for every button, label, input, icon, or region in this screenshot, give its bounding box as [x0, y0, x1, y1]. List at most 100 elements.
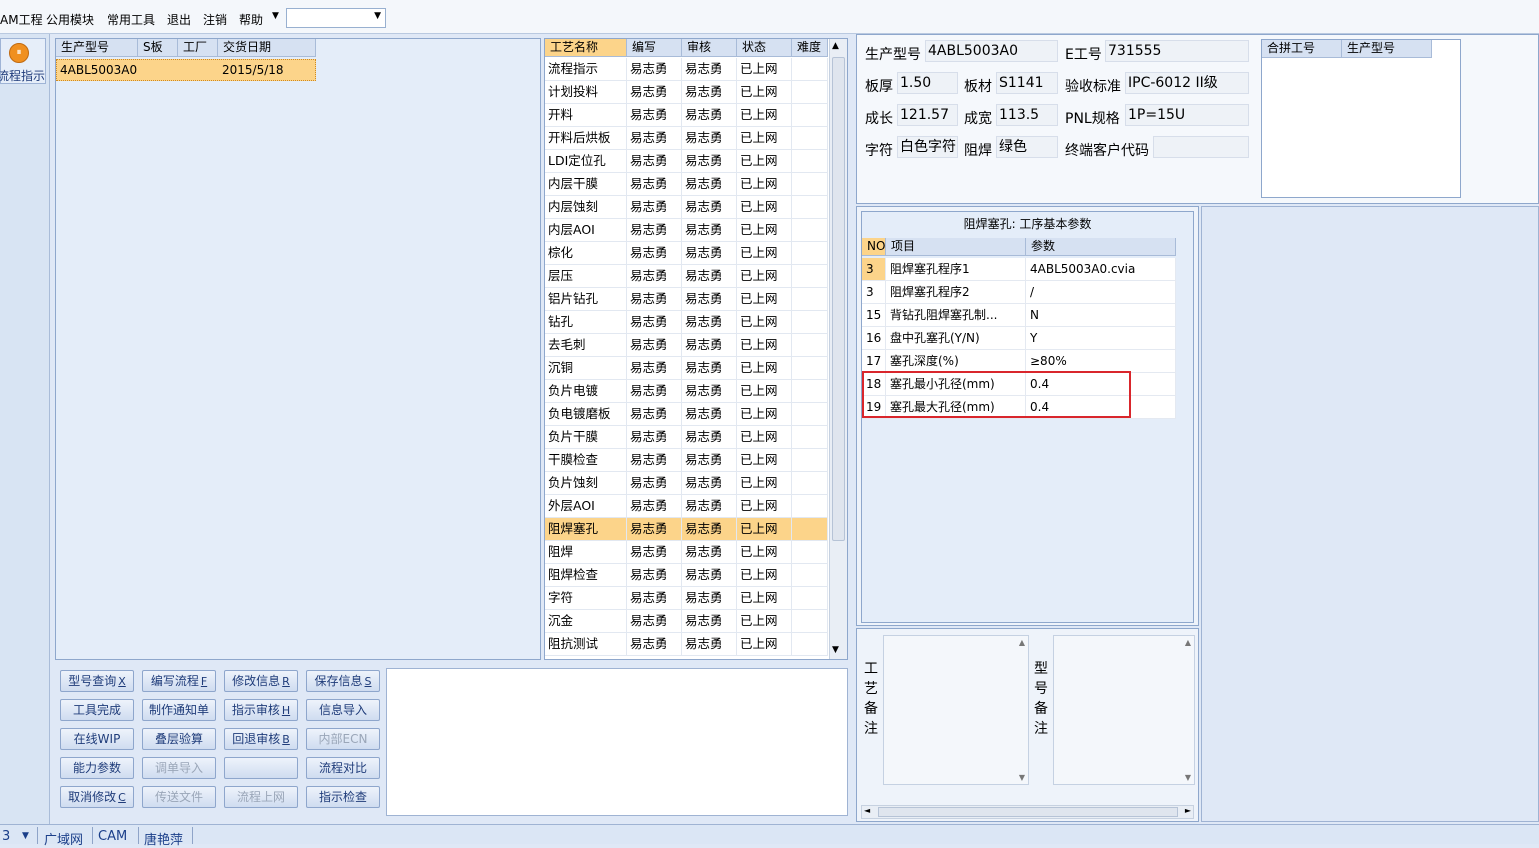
scroll-right-icon[interactable]: ►: [1185, 806, 1191, 815]
field-length[interactable]: 121.57: [897, 104, 958, 126]
process-row[interactable]: 内层AOI 易志勇 易志勇 已上网: [545, 219, 828, 242]
action-button-19[interactable]: 指示检查: [306, 786, 380, 808]
process-row[interactable]: 负片电镀 易志勇 易志勇 已上网: [545, 380, 828, 403]
process-header-3[interactable]: 状态: [737, 39, 792, 57]
action-button-18[interactable]: 流程上网: [224, 786, 298, 808]
model-header-0[interactable]: 生产型号: [56, 39, 138, 57]
action-button-8[interactable]: 在线WIP: [60, 728, 134, 750]
action-button-10[interactable]: 回退审核 B: [224, 728, 298, 750]
params-row[interactable]: 15 背钻孔阻焊塞孔制... N: [862, 304, 1176, 327]
model-header-2[interactable]: 工厂: [178, 39, 218, 57]
process-row[interactable]: 开料后烘板 易志勇 易志勇 已上网: [545, 127, 828, 150]
action-button-13[interactable]: 调单导入: [142, 757, 216, 779]
process-row[interactable]: 钻孔 易志勇 易志勇 已上网: [545, 311, 828, 334]
process-row[interactable]: 去毛刺 易志勇 易志勇 已上网: [545, 334, 828, 357]
process-row[interactable]: LDI定位孔 易志勇 易志勇 已上网: [545, 150, 828, 173]
model-row[interactable]: 4ABL5003A0 P32015/5/18: [56, 59, 316, 81]
process-row[interactable]: 沉铜 易志勇 易志勇 已上网: [545, 357, 828, 380]
process-row[interactable]: 计划投料 易志勇 易志勇 已上网: [545, 81, 828, 104]
model-header-1[interactable]: S板: [138, 39, 178, 57]
scroll-up-icon[interactable]: ▲: [832, 41, 839, 51]
process-scrollbar[interactable]: ▲ ▼: [829, 39, 847, 659]
action-button-0[interactable]: 型号查询 X: [60, 670, 134, 692]
field-pnl[interactable]: 1P=15U: [1125, 104, 1249, 126]
params-header-0[interactable]: NO: [862, 238, 886, 256]
process-header-2[interactable]: 审核: [682, 39, 737, 57]
process-row[interactable]: 棕化 易志勇 易志勇 已上网: [545, 242, 828, 265]
action-button-1[interactable]: 编写流程 F: [142, 670, 216, 692]
process-row[interactable]: 负片蚀刻 易志勇 易志勇 已上网: [545, 472, 828, 495]
field-e-no[interactable]: 731555: [1105, 40, 1249, 62]
merge-header-no[interactable]: 合拼工号: [1262, 40, 1342, 58]
params-row[interactable]: 3 阻焊塞孔程序1 4ABL5003A0.cvia: [862, 258, 1176, 281]
scroll-down-icon[interactable]: ▼: [1019, 773, 1025, 782]
process-remark-field[interactable]: ▲ ▼: [883, 635, 1029, 785]
field-model[interactable]: 4ABL5003A0: [925, 40, 1058, 62]
field-customer[interactable]: [1153, 136, 1249, 158]
process-row[interactable]: 开料 易志勇 易志勇 已上网: [545, 104, 828, 127]
process-row[interactable]: 铝片钻孔 易志勇 易志勇 已上网: [545, 288, 828, 311]
process-row[interactable]: 内层干膜 易志勇 易志勇 已上网: [545, 173, 828, 196]
scroll-down-icon[interactable]: ▼: [1185, 773, 1191, 782]
process-row[interactable]: 层压 易志勇 易志勇 已上网: [545, 265, 828, 288]
process-row[interactable]: 阻焊 易志勇 易志勇 已上网: [545, 541, 828, 564]
process-row[interactable]: 字符 易志勇 易志勇 已上网: [545, 587, 828, 610]
flow-instruction-button[interactable]: ⏸ 流程指示: [0, 38, 46, 84]
process-row[interactable]: 沉金 易志勇 易志勇 已上网: [545, 610, 828, 633]
model-remark-field[interactable]: ▲ ▼: [1053, 635, 1195, 785]
params-row[interactable]: 17 塞孔深度(%) ≥80%: [862, 350, 1176, 373]
process-header-1[interactable]: 编写: [627, 39, 682, 57]
process-row[interactable]: 外层AOI 易志勇 易志勇 已上网: [545, 495, 828, 518]
action-button-6[interactable]: 指示审核 H: [224, 699, 298, 721]
field-thickness[interactable]: 1.50: [897, 72, 958, 94]
action-button-14[interactable]: [224, 757, 298, 779]
action-button-11[interactable]: 内部ECN: [306, 728, 380, 750]
action-button-15[interactable]: 流程对比: [306, 757, 380, 779]
action-button-4[interactable]: 工具完成: [60, 699, 134, 721]
remarks-scroll-thumb[interactable]: [878, 807, 1178, 817]
action-button-12[interactable]: 能力参数: [60, 757, 134, 779]
action-button-17[interactable]: 传送文件: [142, 786, 216, 808]
field-standard[interactable]: IPC-6012 II级: [1125, 72, 1249, 94]
process-row[interactable]: 内层蚀刻 易志勇 易志勇 已上网: [545, 196, 828, 219]
menu-common-module[interactable]: 公用模块: [46, 11, 94, 28]
process-row[interactable]: 阻焊塞孔 易志勇 易志勇 已上网: [545, 518, 828, 541]
process-row[interactable]: 负电镀磨板 易志勇 易志勇 已上网: [545, 403, 828, 426]
scroll-down-icon[interactable]: ▼: [832, 645, 839, 655]
params-row[interactable]: 16 盘中孔塞孔(Y/N) Y: [862, 327, 1176, 350]
model-header-3[interactable]: 交货日期: [218, 39, 316, 57]
process-row[interactable]: 流程指示 易志勇 易志勇 已上网: [545, 58, 828, 81]
process-row[interactable]: 阻抗测试 易志勇 易志勇 已上网: [545, 633, 828, 656]
menu-logout[interactable]: 注销: [203, 11, 227, 28]
field-width[interactable]: 113.5: [996, 104, 1058, 126]
status-dropdown-icon[interactable]: ▼: [22, 831, 29, 841]
action-button-16[interactable]: 取消修改 C: [60, 786, 134, 808]
menu-dropdown-icon[interactable]: ▼: [272, 11, 279, 21]
menu-help[interactable]: 帮助: [239, 11, 263, 28]
action-button-3[interactable]: 保存信息 S: [306, 670, 380, 692]
process-row[interactable]: 阻焊检查 易志勇 易志勇 已上网: [545, 564, 828, 587]
field-text[interactable]: 白色字符: [897, 136, 958, 158]
field-material[interactable]: S1141: [996, 72, 1058, 94]
menu-exit[interactable]: 退出: [167, 11, 191, 28]
remarks-h-scrollbar[interactable]: ◄ ►: [861, 805, 1194, 819]
scroll-up-icon[interactable]: ▲: [1185, 638, 1191, 647]
process-scroll-thumb[interactable]: [832, 57, 845, 541]
merge-header-model[interactable]: 生产型号: [1342, 40, 1432, 58]
action-button-5[interactable]: 制作通知单: [142, 699, 216, 721]
menu-cam[interactable]: AM工程: [0, 11, 43, 28]
process-row[interactable]: 干膜检查 易志勇 易志勇 已上网: [545, 449, 828, 472]
params-header-1[interactable]: 项目: [886, 238, 1026, 256]
menu-combo-box[interactable]: ▼: [286, 8, 386, 28]
action-button-7[interactable]: 信息导入: [306, 699, 380, 721]
process-header-4[interactable]: 难度: [792, 39, 828, 57]
params-row[interactable]: 3 阻焊塞孔程序2/: [862, 281, 1176, 304]
scroll-up-icon[interactable]: ▲: [1019, 638, 1025, 647]
action-button-2[interactable]: 修改信息 R: [224, 670, 298, 692]
menu-common-tools[interactable]: 常用工具: [107, 11, 155, 28]
scroll-left-icon[interactable]: ◄: [864, 806, 870, 815]
action-button-9[interactable]: 叠层验算: [142, 728, 216, 750]
process-header-0[interactable]: 工艺名称: [545, 39, 627, 57]
params-header-2[interactable]: 参数: [1026, 238, 1176, 256]
field-solder[interactable]: 绿色: [996, 136, 1058, 158]
